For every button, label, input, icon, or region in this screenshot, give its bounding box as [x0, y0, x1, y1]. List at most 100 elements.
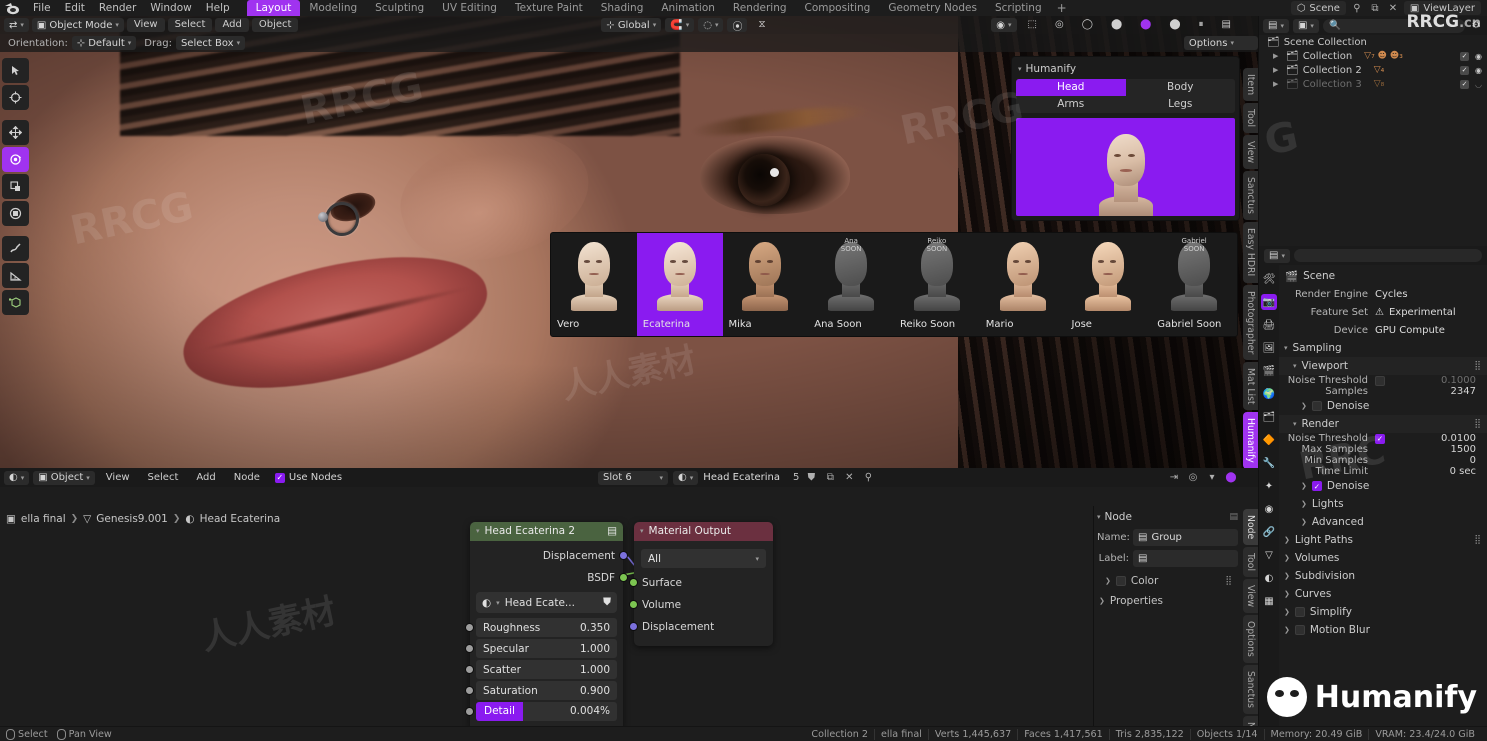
breadcrumb-data[interactable]: Genesis9.001	[96, 513, 168, 525]
sh-vtab-view[interactable]: View	[1243, 579, 1258, 614]
vtab-mat-list[interactable]: Mat List	[1243, 361, 1258, 411]
viewport-menu-view[interactable]: View	[126, 18, 165, 32]
object-mode-selector[interactable]: ▣ Object Mode ▾	[31, 18, 124, 32]
tool-add-cube[interactable]	[2, 290, 29, 315]
socket-specular[interactable]	[465, 644, 474, 653]
prop-tab-world[interactable]: 🌍	[1261, 386, 1277, 402]
proportional-edit-toggle[interactable]: ◌ ▾	[698, 18, 724, 32]
dots-icon[interactable]: ⣿	[1225, 576, 1232, 586]
menu-edit[interactable]: Edit	[58, 0, 92, 16]
shading-solid[interactable]: ⬤	[1104, 18, 1129, 32]
sh-vtab-options[interactable]: Options	[1243, 615, 1258, 664]
shading-wireframe[interactable]: ◯	[1075, 18, 1100, 32]
socket-displacement-in[interactable]	[629, 622, 638, 631]
presets-icon[interactable]: ⣿	[1474, 361, 1482, 371]
render-denoise-checkbox[interactable]: ✓	[1311, 481, 1322, 491]
tool-scale[interactable]	[2, 174, 29, 199]
tool-annotate[interactable]	[2, 236, 29, 261]
character-item-reiko-soon[interactable]: Reiko SOON Reiko Soon	[894, 233, 980, 336]
character-item-ecaterina[interactable]: Ecaterina	[636, 233, 723, 336]
render-engine-row[interactable]: Render Engine Cycles	[1279, 285, 1487, 303]
node-color-section[interactable]: ❯ Color ⣿	[1097, 575, 1238, 587]
section-light-paths[interactable]: ❯ Light Paths ⣿	[1279, 531, 1487, 549]
prop-tab-physics[interactable]: ◉	[1261, 501, 1277, 517]
vtab-tool[interactable]: Tool	[1243, 103, 1258, 134]
vtab-view[interactable]: View	[1243, 135, 1258, 170]
node-label-input[interactable]: ▤	[1133, 550, 1238, 567]
shading-material[interactable]: ⬤	[1133, 18, 1158, 32]
blender-logo-icon[interactable]	[4, 1, 20, 15]
socket-saturation[interactable]	[465, 686, 474, 695]
node-properties-section[interactable]: ❯ Properties	[1097, 595, 1238, 607]
outliner-editor-type[interactable]: ▤ ▾	[1263, 18, 1289, 33]
menu-window[interactable]: Window	[143, 0, 198, 16]
prop-tab-output[interactable]: 🖨	[1261, 317, 1277, 333]
node-prop-saturation[interactable]: Saturation 0.900	[465, 681, 617, 700]
prop-tab-material[interactable]: ◐	[1261, 570, 1277, 586]
viewport-menu-object[interactable]: Object	[251, 18, 299, 32]
humanify-tab-arms[interactable]: Arms	[1016, 96, 1126, 113]
tab-geometry-nodes[interactable]: Geometry Nodes	[879, 0, 986, 16]
material-browse-icon[interactable]: ◐ ▾	[673, 470, 699, 485]
editor-type-selector[interactable]: ⇄ ▾	[4, 18, 29, 32]
motion-blur-checkbox[interactable]	[1294, 625, 1305, 635]
tab-sculpting[interactable]: Sculpting	[366, 0, 433, 16]
character-item-jose[interactable]: Jose	[1066, 233, 1152, 336]
vtab-photographer[interactable]: Photographer	[1243, 284, 1258, 360]
3d-viewport[interactable]: RRCG RRCG 人人素材 RRCG ⇄▾ ▣ Object Mode ▾ V…	[0, 16, 1258, 468]
outliner-row-collection-2[interactable]: ▶ 🗂 Collection 2 ▽₄ ✓ ◉	[1259, 63, 1487, 77]
field-value[interactable]: 2347	[1451, 386, 1476, 397]
tab-texture-paint[interactable]: Texture Paint	[506, 0, 592, 16]
prop-value[interactable]: 1.000	[580, 664, 610, 676]
viewport-menu-select[interactable]: Select	[167, 18, 213, 32]
tab-modeling[interactable]: Modeling	[300, 0, 366, 16]
breadcrumb-object[interactable]: ella final	[21, 513, 66, 525]
time-limit-row[interactable]: Time Limit 0 sec	[1279, 466, 1487, 477]
section-motion-blur[interactable]: ❯ Motion Blur	[1279, 621, 1487, 639]
menu-help[interactable]: Help	[199, 0, 237, 16]
field-value[interactable]: 0 sec	[1450, 466, 1476, 477]
prop-tab-view-layer[interactable]: 🖼	[1261, 340, 1277, 356]
character-item-mario[interactable]: Mario	[980, 233, 1066, 336]
denoise-checkbox[interactable]	[1311, 401, 1322, 411]
properties-search-input[interactable]	[1293, 249, 1482, 262]
node-panel-header[interactable]: ▾ Node ▤	[1097, 509, 1238, 525]
section-curves[interactable]: ❯ Curves	[1279, 585, 1487, 603]
node-header[interactable]: ▾ Head Ecaterina 2 ▤	[470, 522, 623, 541]
node-input-displacement[interactable]: Displacement	[629, 616, 773, 638]
shader-node-editor[interactable]: ◐ ▾ ▣ Object ▾ View Select Add Node ✓ Use…	[0, 468, 1258, 726]
noise-threshold-checkbox[interactable]	[1375, 375, 1385, 386]
socket-scatter[interactable]	[465, 665, 474, 674]
unlink-material-icon[interactable]: ✕	[842, 471, 856, 485]
prop-tab-texture[interactable]: ▦	[1261, 593, 1277, 609]
node-prop-roughness[interactable]: Roughness 0.350	[465, 618, 617, 637]
gizmo-toggle[interactable]: ⬚	[1021, 18, 1044, 32]
socket-volume[interactable]	[629, 600, 638, 609]
tab-compositing[interactable]: Compositing	[796, 0, 880, 16]
copy-material-icon[interactable]: ⧉	[823, 471, 837, 485]
prop-tab-tool[interactable]: 🛠	[1261, 271, 1277, 287]
section-subdivision[interactable]: ❯ Subdivision	[1279, 567, 1487, 585]
node-output-displacement[interactable]: Displacement	[470, 545, 628, 567]
viewport-noise-threshold-row[interactable]: Noise Threshold 0.1000	[1279, 375, 1487, 386]
chevron-right-icon[interactable]: ▶	[1273, 80, 1282, 88]
tab-shading[interactable]: Shading	[592, 0, 653, 16]
socket-displacement[interactable]	[619, 551, 628, 560]
pause-render-button[interactable]: ⏸	[1192, 18, 1211, 32]
socket-roughness[interactable]	[465, 623, 474, 632]
vtab-easy-hdri[interactable]: Easy HDRI	[1243, 222, 1258, 283]
tool-measure[interactable]	[2, 263, 29, 288]
output-target-selector[interactable]: All ▾	[641, 549, 766, 568]
section-simplify[interactable]: ❯ Simplify	[1279, 603, 1487, 621]
prop-value[interactable]: 0.004%	[522, 702, 617, 721]
tab-animation[interactable]: Animation	[652, 0, 724, 16]
node-prop-specular[interactable]: Specular 1.000	[465, 639, 617, 658]
node-options-icon[interactable]: ▾	[1205, 471, 1219, 485]
shading-rendered[interactable]: ⬤	[1162, 18, 1187, 32]
shader-editor-type-selector[interactable]: ◐ ▾	[4, 470, 30, 485]
prop-tab-collection[interactable]: 🗂	[1261, 409, 1277, 425]
tab-layout[interactable]: Layout	[246, 0, 301, 16]
prop-tab-data[interactable]: ▽	[1261, 547, 1277, 563]
field-value[interactable]: 0	[1470, 455, 1476, 466]
pin-material-icon[interactable]: ⚲	[861, 471, 875, 485]
